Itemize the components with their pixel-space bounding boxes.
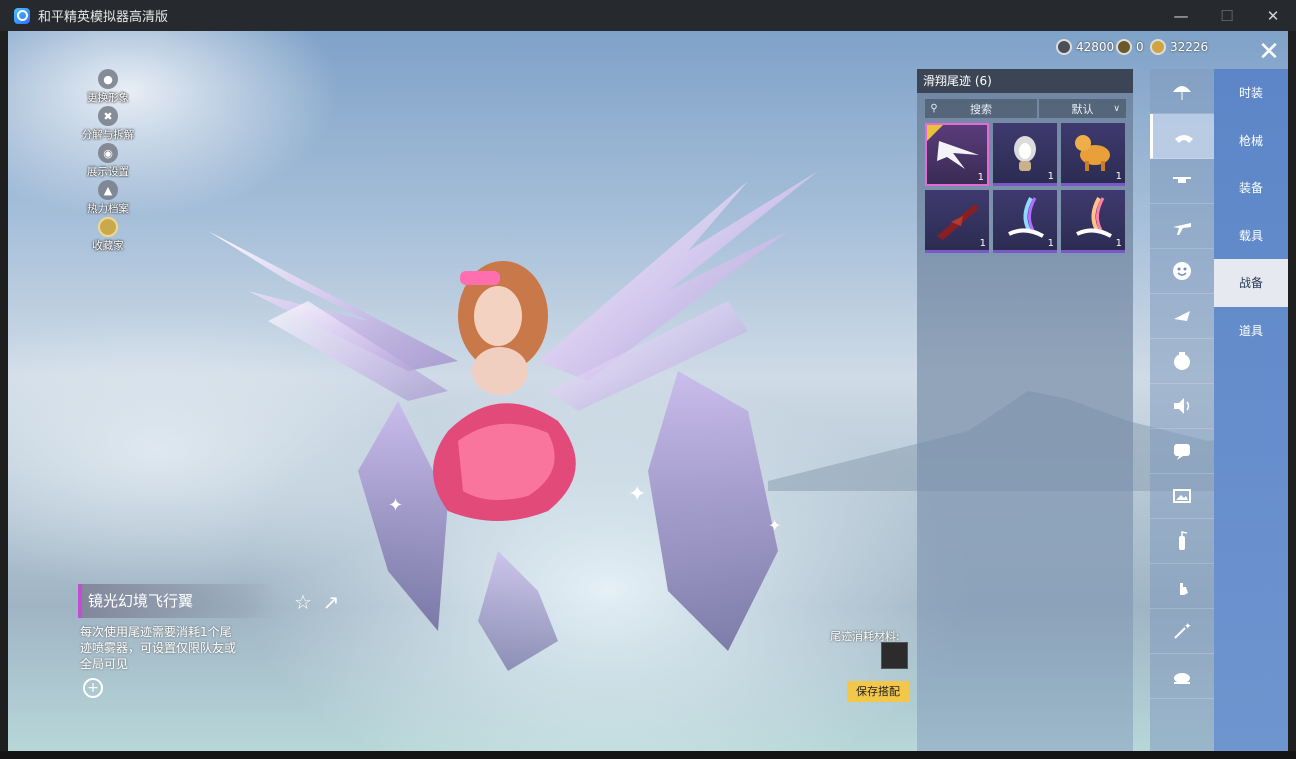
app-icon [14,7,30,24]
item-slot-rainbow-trail-2[interactable]: 1 [1061,190,1125,253]
left-menu-change-avatar[interactable]: ● 更换形象 [68,69,148,106]
flame-icon: ▲ [98,180,118,200]
svg-text:✦: ✦ [768,516,781,535]
minimize-button[interactable]: — [1158,0,1204,31]
rainbow-trail-icon [1008,197,1044,238]
category-hit-effect[interactable] [1150,564,1214,609]
currency-1: 42800 [1056,39,1114,55]
left-menu-heat-archive[interactable]: ▲ 热力档案 [68,180,148,217]
glide-trail-panel: 滑翔尾迹 (6) ⚲ 搜索 默认 ∨ 1 1 1 1 1 1 [917,69,1133,751]
item-slot-rifle[interactable]: 1 [925,190,989,253]
airdrop-icon [1174,311,1190,321]
svg-text:✦: ✦ [628,482,646,507]
category-airdrop[interactable] [1150,294,1214,339]
star-icon[interactable]: ☆ [292,591,314,613]
image-icon [1173,489,1191,503]
item-name-title: 镜光幻境飞行翼 [78,584,278,618]
window-titlebar: 和平精英模拟器高清版 — ☐ ✕ [0,0,1296,31]
spray-item-icon[interactable] [881,642,908,669]
glide-trail-icon [1174,135,1193,143]
game-viewport[interactable]: ● 更换形象 ✖ 分解与拆解 ◉ 展示设置 ▲ 热力档案 收藏家 ✦ ✦ ✦ 镜… [8,31,1288,751]
category-emote[interactable] [1150,249,1214,294]
item-slot-rainbow-trail-1[interactable]: 1 [993,190,1057,253]
rifle-icon [937,204,979,240]
currency-3: 32226 [1150,39,1208,55]
nav-weapons[interactable]: 枪械 [1214,117,1288,165]
item-slot-wings[interactable]: 1 [925,123,989,186]
category-icon-bar: ✦ [1150,69,1214,751]
wings-icon [937,141,979,169]
panel-title: 滑翔尾迹 (6) [917,69,1133,93]
horse-icon [1075,135,1110,171]
category-chat[interactable] [1150,429,1214,474]
chevron-down-icon: ∨ [1113,103,1120,114]
window-title: 和平精英模拟器高清版 [38,10,169,25]
item-grid: 1 1 1 1 1 1 [925,123,1125,253]
eye-icon: ◉ [98,143,118,163]
nav-equipment[interactable]: 装备 [1214,164,1288,212]
category-companion[interactable] [1150,339,1214,384]
category-plane[interactable] [1150,204,1214,249]
item-slot-horse[interactable]: 1 [1061,123,1125,186]
category-glide-trail[interactable] [1150,114,1214,159]
sort-dropdown[interactable]: 默认 ∨ [1039,99,1126,118]
currency-2: 0 [1116,39,1144,55]
close-icon[interactable]: ✕ [1256,39,1282,65]
category-magic[interactable]: ✦ [1150,609,1214,654]
search-icon: ⚲ [930,103,938,114]
right-nav: 时装 枪械 装备 载具 战备 道具 [1214,69,1288,751]
taskbar-strip [0,751,1296,759]
nav-vehicles[interactable]: 载具 [1214,212,1288,260]
category-extinguisher[interactable] [1150,519,1214,564]
parachute-icon [1173,86,1191,100]
item-description: 每次使用尾迹需要消耗1个尾迹喷雾器，可设置仅限队友或全局可见 [80,625,237,671]
currency-2-icon [1116,39,1132,55]
nav-fashion[interactable]: 时装 [1214,69,1288,117]
user-icon: ● [98,69,118,89]
category-sound[interactable] [1150,384,1214,429]
wand-icon: ✦ [1174,622,1192,639]
category-food[interactable] [1150,654,1214,699]
plane-icon [1173,223,1191,235]
left-menu-display-settings[interactable]: ◉ 展示设置 [68,143,148,180]
rainbow-trail-icon [1076,197,1112,238]
save-outfit-button[interactable]: 保存搭配 [847,681,909,702]
smile-icon [1173,262,1191,280]
speaker-icon [1174,398,1190,414]
drone-icon [1173,177,1191,183]
close-window-button[interactable]: ✕ [1250,0,1296,31]
search-input[interactable]: ⚲ 搜索 [925,99,1037,118]
svg-text:✦: ✦ [1184,622,1192,632]
left-menu-dismantle[interactable]: ✖ 分解与拆解 [68,106,148,143]
penguin-icon [1014,136,1036,171]
companion-icon [1174,352,1190,370]
category-gallery[interactable] [1150,474,1214,519]
hand-icon [1180,583,1188,595]
nav-items[interactable]: 道具 [1214,307,1288,355]
maximize-button[interactable]: ☐ [1204,0,1250,31]
item-slot-penguin[interactable]: 1 [993,123,1057,186]
svg-text:✦: ✦ [388,495,403,516]
extinguisher-icon [1179,531,1188,550]
zoom-icon[interactable]: + [83,678,103,698]
chat-icon [1174,444,1190,460]
currency-1-icon [1056,39,1072,55]
left-menu-collector[interactable]: 收藏家 [68,217,148,254]
badge-icon [98,217,118,237]
roast-chicken-icon [1174,673,1190,684]
currency-3-icon [1150,39,1166,55]
wrench-icon: ✖ [98,106,118,126]
category-drone[interactable] [1150,159,1214,204]
share-icon[interactable]: ↗ [320,591,342,613]
left-menu: ● 更换形象 ✖ 分解与拆解 ◉ 展示设置 ▲ 热力档案 收藏家 [68,69,148,254]
nav-battle-gear[interactable]: 战备 [1214,259,1288,307]
category-parachute[interactable] [1150,69,1214,114]
